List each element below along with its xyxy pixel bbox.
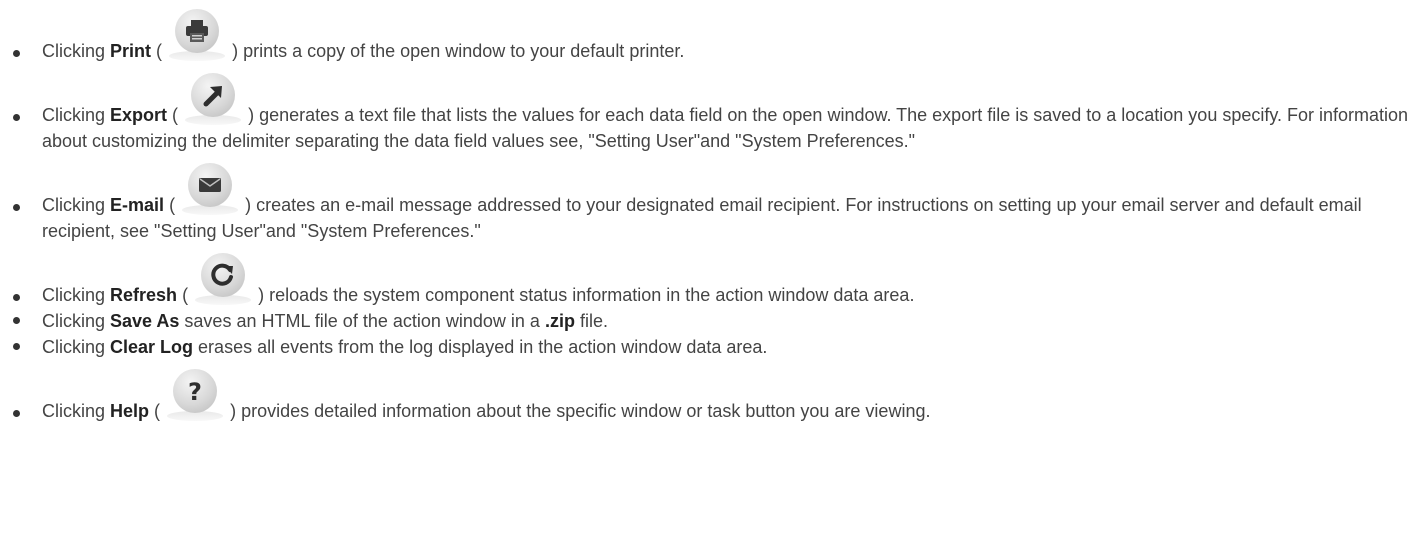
save-as-term: Save As: [110, 311, 180, 331]
list-item-export: Clicking Export ( ) generates a text fil…: [8, 64, 1413, 154]
list-item-save-as: Clicking Save As saves an HTML file of t…: [8, 308, 1413, 334]
help-bullet-list: Clicking Print ( ) prints a copy of the …: [0, 0, 1413, 424]
clear-log-term: Clear Log: [110, 337, 194, 357]
bullet: [13, 294, 20, 301]
help-term: Help: [110, 401, 150, 421]
bullet: [13, 343, 20, 350]
bullet: [13, 50, 20, 57]
refresh-term: Refresh: [110, 285, 178, 305]
list-item-email: Clicking E-mail ( ) creates an e-mail me…: [8, 154, 1413, 244]
bullet: [13, 410, 20, 417]
export-arrow-icon: [185, 73, 242, 127]
refresh-icon: [195, 253, 252, 307]
zip-term: .zip: [544, 311, 575, 331]
print-term: Print: [110, 41, 152, 61]
list-item-clear-log: Clicking Clear Log erases all events fro…: [8, 334, 1413, 360]
list-item-refresh: Clicking Refresh ( ) reloads the system …: [8, 244, 1413, 308]
envelope-icon: [182, 163, 239, 217]
export-term: Export: [110, 105, 168, 125]
bullet: [13, 204, 20, 211]
list-item-print: Clicking Print ( ) prints a copy of the …: [8, 0, 1413, 64]
list-item-help: Clicking Help ( ? ) provides detailed in…: [8, 360, 1413, 424]
bullet: [13, 317, 20, 324]
bullet: [13, 114, 20, 121]
help-icon: ?: [167, 369, 224, 423]
svg-text:?: ?: [188, 378, 202, 404]
printer-icon: [169, 9, 226, 63]
email-term: E-mail: [110, 195, 165, 215]
